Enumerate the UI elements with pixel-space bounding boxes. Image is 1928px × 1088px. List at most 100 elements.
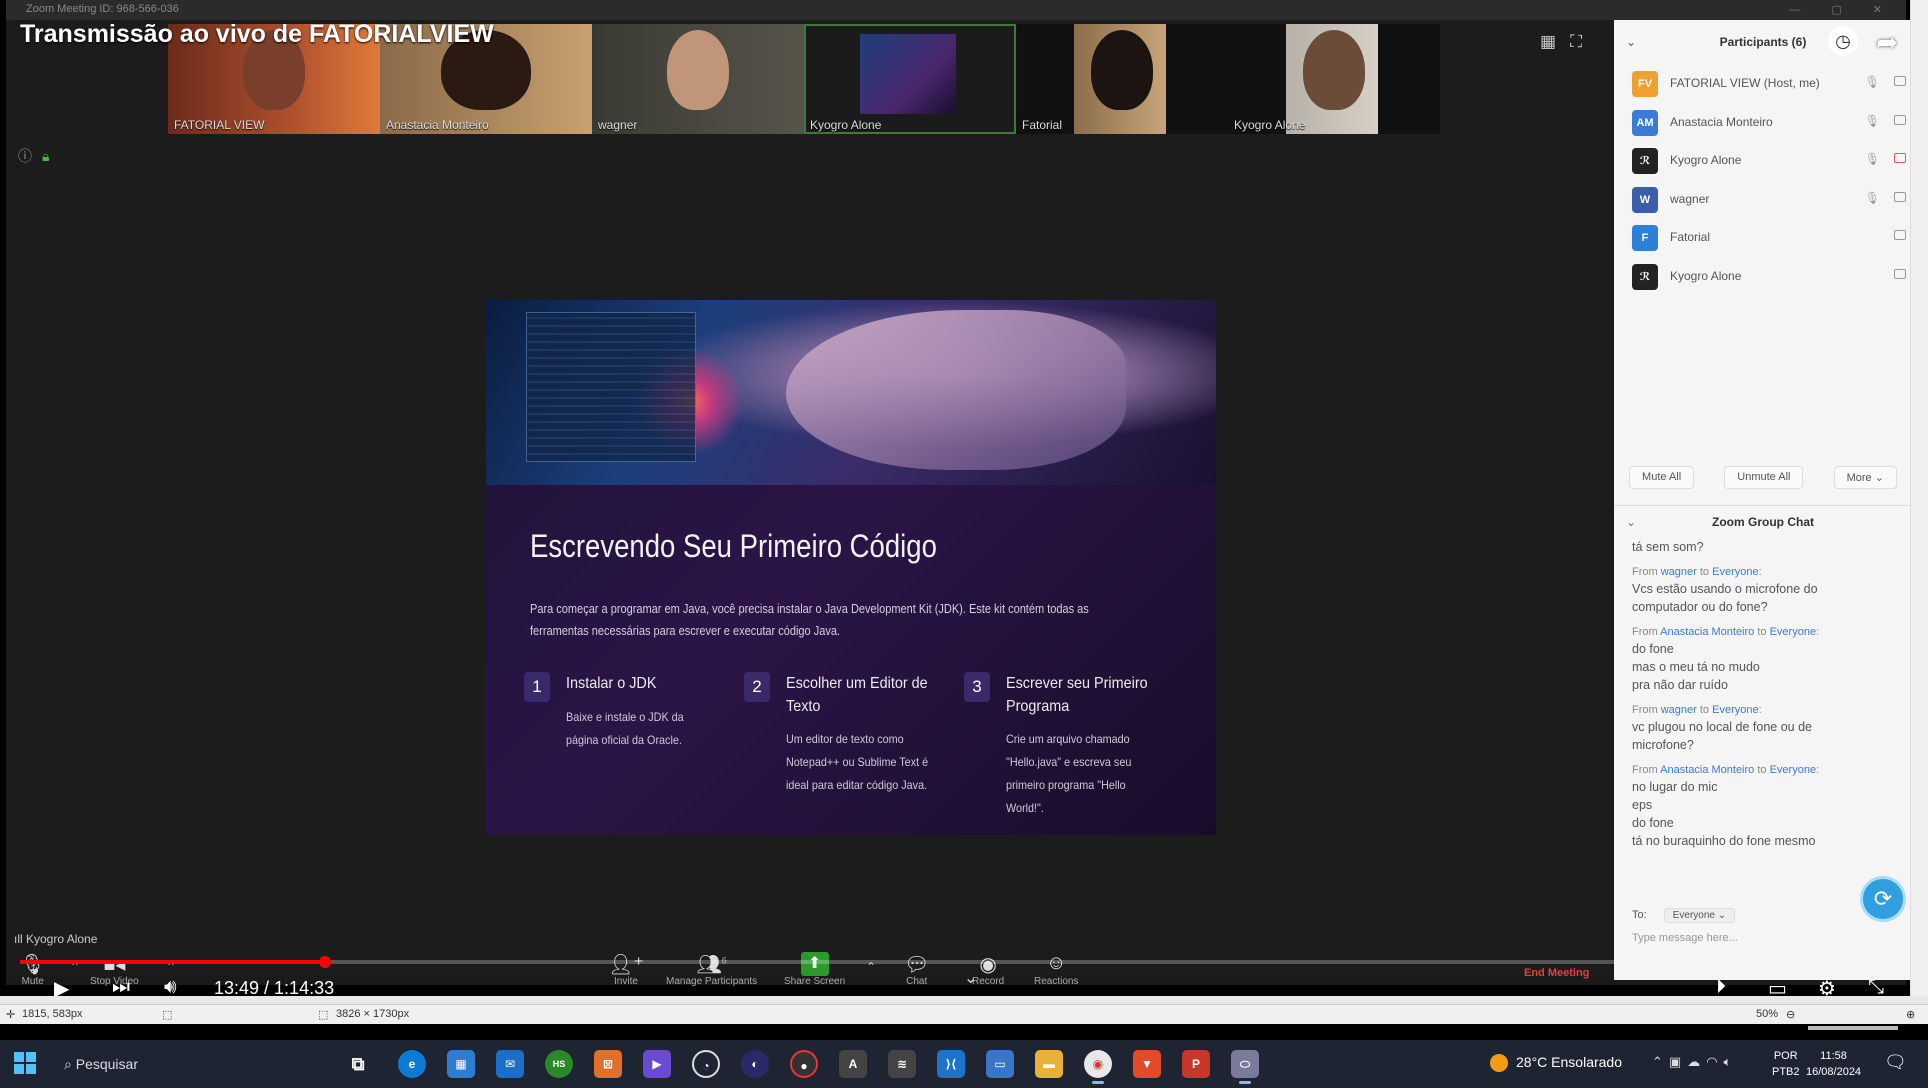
zoom-app-icon[interactable]: ⬭ [1231, 1050, 1259, 1084]
shared-slide-thumbnail [860, 34, 956, 114]
message-line: eps [1632, 798, 1653, 812]
share-arrow-icon[interactable]: ➦ [1876, 20, 1898, 64]
video-tile[interactable]: wagner [592, 24, 804, 134]
chevron-down-icon[interactable]: ⌄ [964, 968, 977, 988]
hs-app-icon[interactable]: HS [545, 1050, 573, 1078]
input-language[interactable]: POR PTB2 [1772, 1048, 1800, 1080]
firefox-icon[interactable]: ◐ [741, 1050, 769, 1078]
video-tile-active[interactable]: Kyogro Alone [804, 24, 1016, 134]
weather-widget[interactable]: 28°C Ensolarado [1490, 1054, 1622, 1073]
camera-off-icon[interactable] [1894, 153, 1906, 163]
video-progress-bar[interactable] [20, 956, 1870, 968]
participant-row[interactable]: FV FATORIAL VIEW (Host, me) 🎙︎ [1614, 64, 1912, 103]
chrome-icon[interactable]: ◉ [1084, 1050, 1112, 1084]
wifi-icon[interactable]: ◠ [1706, 1054, 1723, 1069]
gallery-view-icon[interactable]: ▦ [1540, 32, 1570, 51]
message-line: Vcs estão usando o microfone do [1632, 582, 1818, 596]
assistant-icon[interactable]: ⟳ [1860, 876, 1906, 922]
camera-icon[interactable] [1894, 114, 1906, 125]
participant-row[interactable]: ℛ Kyogro Alone 🎙︎ [1614, 141, 1912, 180]
microphone-icon[interactable]: 🎙︎ [1865, 75, 1880, 89]
tray-app-icon[interactable]: ▣ [1669, 1054, 1687, 1069]
video-tile[interactable]: Fatorial [1016, 24, 1228, 134]
chat-message: From Anastacia Monteiro to Everyone: do … [1632, 624, 1902, 694]
zoom-in-icon[interactable]: ⊕ [1906, 1008, 1915, 1021]
message-line: do fone [1632, 816, 1674, 830]
chat-message: From wagner to Everyone: vc plugou no lo… [1632, 702, 1902, 754]
participant-row[interactable]: F Fatorial [1614, 218, 1912, 257]
capcut-icon[interactable]: ≋ [888, 1050, 916, 1078]
message-sender: From Anastacia Monteiro to Everyone: [1632, 764, 1820, 776]
windows-start-icon[interactable] [14, 1052, 36, 1074]
clock[interactable]: 11:58 16/08/2024 [1806, 1048, 1861, 1080]
window-controls[interactable]: — ▢ ✕ [1789, 3, 1896, 16]
zoom-slider[interactable] [1808, 1026, 1898, 1030]
microphone-icon[interactable]: 🎙︎ [1865, 191, 1880, 205]
store-icon[interactable]: ▦ [447, 1050, 475, 1078]
chat-input[interactable]: Type message here... [1632, 932, 1892, 944]
participant-row[interactable]: AM Anastacia Monteiro 🎙︎ [1614, 103, 1912, 142]
collapse-chevron-icon[interactable]: ⌄ [1626, 20, 1636, 64]
message-sender: From wagner to Everyone: [1632, 566, 1762, 578]
edge-browser-icon[interactable]: e [398, 1050, 426, 1078]
video-tile-name: Kyogro Alone [1234, 118, 1306, 132]
fullscreen-icon[interactable]: ⛶ [1570, 32, 1596, 51]
window-app-icon[interactable]: ▭ [986, 1050, 1014, 1078]
camera-icon[interactable] [1894, 76, 1906, 86]
info-icon[interactable]: ⓘ [18, 148, 32, 164]
camera-icon[interactable] [1894, 191, 1906, 202]
cloud-icon[interactable]: ☁ [1687, 1054, 1706, 1069]
avatar: ℛ [1632, 148, 1658, 174]
screen: Zoom Meeting ID: 968-566-036 — ▢ ✕ FATOR… [0, 0, 1928, 1088]
slide-intro: Para começar a programar em Java, você p… [530, 602, 1089, 638]
slide-title: Escrevendo Seu Primeiro Código [530, 528, 937, 564]
vscode-icon[interactable]: ⟩⟨ [937, 1050, 965, 1078]
microphone-icon[interactable]: 🎙︎ [1865, 152, 1880, 166]
xampp-icon[interactable]: ⊠ [594, 1050, 622, 1078]
media-app-icon[interactable]: ▶ [643, 1050, 671, 1078]
notification-icon[interactable]: 🗨︎ [1884, 1052, 1907, 1073]
file-explorer-icon[interactable]: ▬ [1035, 1050, 1063, 1078]
participant-row[interactable]: ℛ Kyogro Alone [1614, 257, 1912, 296]
brave-icon[interactable]: ▼ [1133, 1050, 1161, 1078]
keyboard-layout: PTB2 [1772, 1066, 1800, 1078]
microphone-icon[interactable]: 🎙︎ [1865, 114, 1880, 128]
powerpoint-icon[interactable]: P [1182, 1050, 1210, 1078]
recipient-select[interactable]: Everyone ⌄ [1663, 908, 1736, 923]
watch-later-icon[interactable]: ◷ [1828, 26, 1858, 56]
unmute-all-button[interactable]: Unmute All [1724, 466, 1804, 489]
progress-played [20, 960, 326, 964]
recorder-icon[interactable]: ● [790, 1050, 818, 1078]
mail-icon[interactable]: ✉ [496, 1050, 524, 1078]
lock-icon[interactable]: 🔒︎ [42, 148, 49, 164]
collapse-chevron-icon[interactable]: ⌄ [1626, 506, 1636, 538]
message-line: mas o meu tá no mudo [1632, 660, 1760, 674]
video-tile-name: Kyogro Alone [810, 118, 882, 132]
video-tile-name: FATORIAL VIEW [174, 118, 265, 132]
video-tile[interactable]: Kyogro Alone [1228, 24, 1440, 134]
chat-message: From Anastacia Monteiro to Everyone: no … [1632, 762, 1902, 850]
message-sender: From Anastacia Monteiro to Everyone: [1632, 626, 1820, 638]
font-app-icon[interactable]: A [839, 1050, 867, 1078]
zoom-level: 50% [1756, 1008, 1779, 1020]
selection-icon: ⬚ [162, 1009, 173, 1021]
speaker-icon[interactable]: 🔈︎ [1724, 1054, 1738, 1069]
mute-all-button[interactable]: Mute All [1629, 466, 1695, 489]
system-tray: ⌃▣☁◠🔈︎ [1652, 1054, 1737, 1070]
active-speaker: ıll Kyogro Alone [14, 932, 97, 946]
camera-icon[interactable] [1894, 268, 1906, 279]
cursor-position: 1815, 583px [22, 1008, 83, 1020]
more-button[interactable]: More ⌄ [1833, 466, 1897, 489]
zoom-out-icon[interactable]: ⊖ [1786, 1008, 1795, 1021]
search-placeholder: Pesquisar [75, 1056, 138, 1072]
chevron-up-icon[interactable]: ⌃ [1652, 1054, 1669, 1069]
participant-name: wagner [1670, 191, 1710, 206]
to-label: To: [1632, 909, 1647, 921]
taskbar-search[interactable]: ⌕ Pesquisar [52, 1048, 322, 1080]
vertical-scrollbar[interactable] [1910, 0, 1928, 1004]
camera-icon[interactable] [1894, 230, 1906, 240]
task-view-icon[interactable]: ⧉ [344, 1050, 372, 1078]
weather-text: 28°C Ensolarado [1516, 1054, 1622, 1070]
obs-icon[interactable]: ◔ [692, 1050, 720, 1078]
participant-row[interactable]: W wagner 🎙︎ [1614, 180, 1912, 219]
